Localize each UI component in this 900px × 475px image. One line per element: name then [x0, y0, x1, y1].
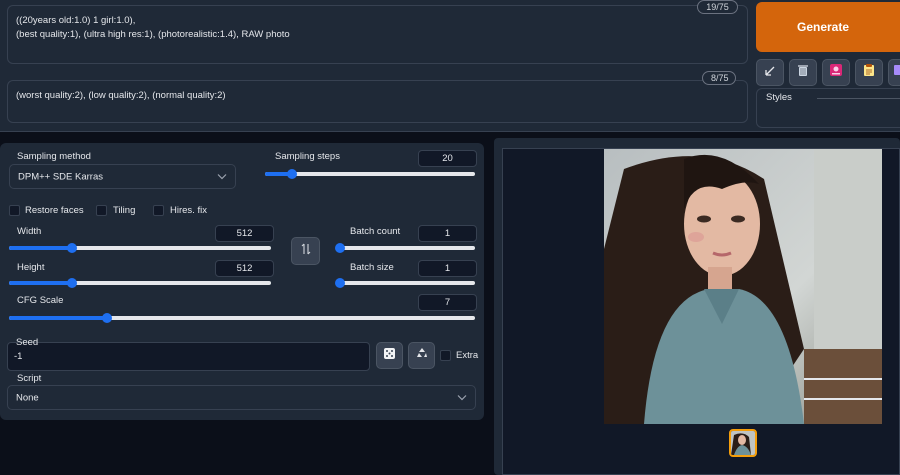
- apply-styles-button[interactable]: [855, 59, 883, 86]
- script-select[interactable]: None: [7, 385, 476, 410]
- sampling-steps-slider[interactable]: [265, 169, 475, 179]
- dice-icon: [383, 347, 396, 365]
- batch-size-input[interactable]: 1: [418, 260, 477, 277]
- hires-fix-label: Hires. fix: [170, 205, 207, 216]
- show-extra-networks-button[interactable]: [822, 59, 850, 86]
- cfg-scale-slider[interactable]: [9, 313, 475, 323]
- positive-prompt-input[interactable]: ((20years old:1.0) 1 girl:1.0), (best qu…: [7, 5, 748, 64]
- extra-tool-button[interactable]: [888, 59, 900, 86]
- height-label: Height: [17, 262, 45, 273]
- batch-size-label: Batch size: [350, 262, 394, 273]
- script-label: Script: [17, 373, 42, 384]
- tiling-checkbox[interactable]: [96, 205, 107, 216]
- width-input[interactable]: 512: [215, 225, 274, 242]
- seed-value: -1: [14, 351, 23, 362]
- width-slider[interactable]: [9, 243, 271, 253]
- slider-thumb[interactable]: [101, 313, 112, 323]
- generate-label: Generate: [796, 20, 850, 34]
- generate-button[interactable]: Generate: [756, 2, 900, 52]
- chevron-down-icon: [217, 171, 227, 182]
- slider-thumb[interactable]: [287, 169, 298, 179]
- slider-thumb[interactable]: [66, 243, 77, 253]
- prompt-panel: ((20years old:1.0) 1 girl:1.0), (best qu…: [0, 0, 900, 132]
- sampling-method-select[interactable]: DPM++ SDE Karras: [9, 164, 236, 189]
- gallery-thumbnail[interactable]: [729, 429, 757, 457]
- height-slider[interactable]: [9, 278, 271, 288]
- clipboard-icon: [862, 63, 876, 82]
- slider-thumb[interactable]: [335, 243, 345, 253]
- styles-divider: [817, 98, 900, 99]
- sampling-method-label: Sampling method: [17, 151, 91, 162]
- arrow-diagonal-icon: [764, 64, 776, 82]
- width-label: Width: [17, 226, 42, 237]
- swap-dimensions-button[interactable]: [291, 237, 320, 265]
- batch-size-slider[interactable]: [335, 278, 475, 288]
- batch-count-label: Batch count: [350, 226, 401, 237]
- restore-faces-label: Restore faces: [25, 205, 84, 216]
- trash-icon: [796, 63, 810, 82]
- sampling-steps-label: Sampling steps: [275, 151, 340, 162]
- random-seed-button[interactable]: [376, 342, 403, 369]
- batch-count-slider[interactable]: [335, 243, 475, 253]
- sampling-method-value: DPM++ SDE Karras: [18, 171, 103, 182]
- script-value: None: [16, 392, 39, 403]
- seed-label: Seed: [16, 337, 39, 348]
- negative-token-counter: 8/75: [702, 71, 736, 85]
- generated-image[interactable]: [604, 149, 882, 424]
- swap-arrows-icon: [301, 242, 311, 260]
- settings-panel: Sampling method DPM++ SDE Karras Samplin…: [0, 143, 484, 420]
- batch-count-input[interactable]: 1: [418, 225, 477, 242]
- extra-seed-checkbox[interactable]: [440, 350, 451, 361]
- positive-token-counter: 19/75: [697, 0, 738, 14]
- extra-label: Extra: [456, 350, 479, 361]
- recycle-icon: [415, 346, 429, 365]
- restore-faces-checkbox[interactable]: [9, 205, 20, 216]
- hires-fix-checkbox[interactable]: [153, 205, 164, 216]
- slider-thumb[interactable]: [335, 278, 345, 288]
- reuse-seed-button[interactable]: [408, 342, 435, 369]
- seed-input[interactable]: Seed -1: [7, 337, 370, 371]
- height-input[interactable]: 512: [215, 260, 274, 277]
- cfg-scale-label: CFG Scale: [17, 295, 64, 306]
- extra-networks-icon: [893, 63, 900, 82]
- sampling-steps-input[interactable]: 20: [418, 150, 477, 167]
- negative-prompt-input[interactable]: (worst quality:2), (low quality:2), (nor…: [7, 80, 748, 123]
- clear-prompt-button[interactable]: [789, 59, 817, 86]
- tiling-label: Tiling: [113, 205, 136, 216]
- chevron-down-icon: [457, 392, 467, 403]
- styles-label: Styles: [766, 92, 792, 103]
- slider-thumb[interactable]: [66, 278, 77, 288]
- read-params-button[interactable]: [756, 59, 784, 86]
- image-card-icon: [829, 63, 843, 82]
- styles-dropdown[interactable]: Styles: [756, 88, 900, 128]
- cfg-scale-input[interactable]: 7: [418, 294, 477, 311]
